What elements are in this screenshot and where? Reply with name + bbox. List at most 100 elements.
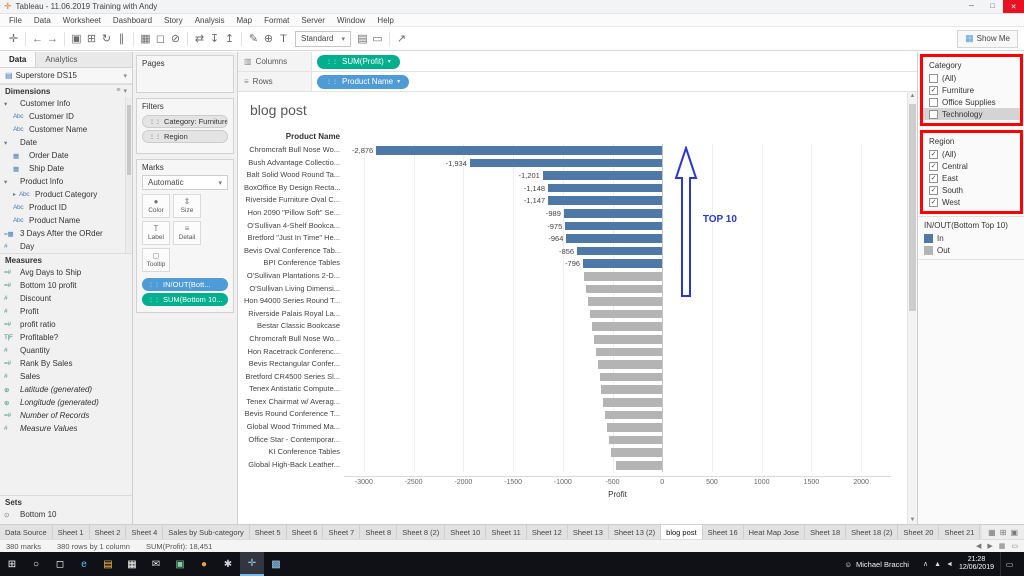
sheet-tab-sheet-1[interactable]: Sheet 1: [52, 525, 90, 539]
bar-office-star-contemporar[interactable]: [608, 435, 663, 445]
sheet-tab-blog-post[interactable]: blog post: [661, 525, 703, 539]
bar-balt-solid-wood-round-ta[interactable]: [542, 171, 663, 180]
checkbox-icon[interactable]: ✓: [929, 149, 938, 159]
scrollbar-thumb[interactable]: [909, 104, 916, 312]
share-workbook-icon[interactable]: ↗: [394, 30, 409, 48]
folder-toggle-icon[interactable]: ▾: [4, 139, 17, 147]
rows-shelf-fields[interactable]: ⋮⋮ Product Name ▾: [312, 72, 917, 91]
folder-toggle-icon[interactable]: ▾: [4, 100, 17, 108]
sort-fields-icon[interactable]: ▾: [123, 87, 127, 95]
bar-bush-advantage-collectio[interactable]: [469, 158, 663, 168]
taskbar-photos-app[interactable]: ▩: [264, 552, 288, 576]
bar-bretford-just-in-time-he[interactable]: [566, 234, 663, 243]
checkbox-icon[interactable]: ✓: [929, 185, 938, 195]
bar-ki-conference-tables[interactable]: [611, 448, 663, 457]
legend-item-in[interactable]: In: [918, 232, 1024, 244]
region-option-south[interactable]: ✓ South: [923, 184, 1020, 196]
scroll-up-icon[interactable]: ▲: [908, 93, 917, 99]
highlight-icon[interactable]: ✎: [246, 30, 261, 48]
field-customer-name[interactable]: Abc Customer Name: [0, 123, 125, 136]
presentation-back-icon[interactable]: ◀: [976, 542, 981, 550]
presentation-mode-icon[interactable]: ▭: [370, 30, 385, 48]
menu-window[interactable]: Window: [331, 16, 371, 25]
label-button[interactable]: T Label: [142, 221, 170, 245]
menu-worksheet[interactable]: Worksheet: [57, 16, 107, 25]
new-worksheet-icon[interactable]: ▦: [138, 30, 153, 48]
sort-ascending-icon[interactable]: ↧: [207, 30, 222, 48]
field-date[interactable]: ▾ Date: [0, 136, 125, 149]
columns-shelf[interactable]: ▥ Columns ⋮⋮ SUM(Profit) ▾: [238, 52, 917, 72]
sheet-tab-sheet-4[interactable]: Sheet 4: [126, 525, 164, 539]
taskbar-document-app[interactable]: ▣: [168, 552, 192, 576]
taskbar-edge-app[interactable]: e: [72, 552, 96, 576]
marks-pill-in-out-bott[interactable]: ⋮⋮ IN/OUT(Bott...: [142, 278, 228, 291]
size-button[interactable]: ⇕ Size: [173, 194, 201, 218]
menu-help[interactable]: Help: [371, 16, 399, 25]
region-option-central[interactable]: ✓ Central: [923, 160, 1020, 172]
checkbox-icon[interactable]: [929, 97, 938, 107]
sheet-tab-sheet-8-2[interactable]: Sheet 8 (2): [397, 525, 446, 539]
tableau-logo-icon[interactable]: ✛: [6, 30, 21, 48]
search-button[interactable]: ○: [24, 552, 48, 576]
bar-bretford-cr4500-series-sl[interactable]: [599, 372, 663, 382]
region-option-all[interactable]: ✓ (All): [923, 148, 1020, 160]
field-product-info[interactable]: ▾ Product Info: [0, 175, 125, 188]
close-button[interactable]: ✕: [1003, 0, 1024, 13]
chart-vertical-scrollbar[interactable]: ▲ ▼: [907, 92, 917, 524]
category-option-office-supplies[interactable]: Office Supplies: [923, 96, 1020, 108]
field-ship-date[interactable]: ▦ Ship Date: [0, 162, 125, 175]
taskbar-mail-app[interactable]: ✉: [144, 552, 168, 576]
fit-dropdown[interactable]: Standard ▾: [295, 30, 351, 47]
legend-item-out[interactable]: Out: [918, 244, 1024, 256]
bar-bevis-rectangular-confer[interactable]: [597, 360, 663, 369]
pause-updates-icon[interactable]: ∥: [114, 30, 129, 48]
new-worksheet-tab-icon[interactable]: ▦: [988, 528, 996, 537]
sheet-title[interactable]: blog post: [250, 102, 307, 118]
save-icon[interactable]: ▣: [69, 30, 84, 48]
minimize-button[interactable]: ─: [961, 0, 982, 13]
chevron-down-icon[interactable]: ▾: [123, 72, 127, 80]
row-field-header[interactable]: Product Name: [244, 132, 344, 141]
bar-global-wood-trimmed-ma[interactable]: [606, 423, 663, 432]
checkbox-icon[interactable]: ✓: [929, 161, 938, 171]
bar-tenex-chairmat-w-averag[interactable]: [603, 398, 663, 407]
sheet-tab-sheet-13[interactable]: Sheet 13: [567, 525, 609, 539]
category-option-furniture[interactable]: ✓ Furniture: [923, 84, 1020, 96]
field-bottom-10-profit[interactable]: =# Bottom 10 profit: [0, 279, 132, 292]
field-3-days-after-the-order[interactable]: =▦ 3 Days After the ORder: [0, 227, 125, 240]
filmstrip-icon[interactable]: ▭: [1011, 542, 1018, 550]
clear-sheet-icon[interactable]: ⊘: [168, 30, 183, 48]
fix-axes-icon[interactable]: ▤: [355, 30, 370, 48]
rows-shelf[interactable]: ≡ Rows ⋮⋮ Product Name ▾: [238, 72, 917, 92]
filter-pill-region[interactable]: ⋮⋮ Region: [142, 130, 228, 143]
redo-icon[interactable]: →: [45, 30, 60, 48]
maximize-button[interactable]: □: [982, 0, 1003, 13]
task-view-button[interactable]: ◻: [48, 552, 72, 576]
checkbox-icon[interactable]: ✓: [929, 197, 938, 207]
sheet-tab-sheet-20[interactable]: Sheet 20: [898, 525, 940, 539]
tray-chevron-icon[interactable]: ∧: [923, 560, 928, 568]
group-members-icon[interactable]: ⊕: [261, 30, 276, 48]
field-order-date[interactable]: ▦ Order Date: [0, 149, 125, 162]
sheet-tab-sheet-8[interactable]: Sheet 8: [360, 525, 398, 539]
field-day[interactable]: # Day: [0, 240, 125, 253]
detail-button[interactable]: ≡ Detail: [173, 221, 201, 245]
field-latitude-generated[interactable]: ⊕ Latitude (generated): [0, 383, 132, 396]
sheet-tab-sheet-16[interactable]: Sheet 16: [702, 525, 744, 539]
bar-o-sullivan-living-dimensi[interactable]: [586, 284, 663, 294]
field-customer-info[interactable]: ▾ Customer Info: [0, 97, 125, 110]
bar-bevis-oval-conference-tab[interactable]: [577, 246, 663, 256]
taskbar-store-app[interactable]: ▦: [120, 552, 144, 576]
sheet-tab-data-source[interactable]: Data Source: [0, 525, 53, 539]
checkbox-icon[interactable]: ✓: [929, 85, 938, 95]
view-options-icon[interactable]: ≡: [116, 87, 120, 95]
bar-o-sullivan-plantations-2-d[interactable]: [583, 272, 663, 281]
shelf-pill-sum-profit[interactable]: ⋮⋮ SUM(Profit) ▾: [317, 54, 400, 69]
field-customer-id[interactable]: Abc Customer ID: [0, 110, 125, 123]
refresh-icon[interactable]: ↻: [99, 30, 114, 48]
show-me-button[interactable]: ▦ Show Me: [957, 29, 1018, 48]
menu-analysis[interactable]: Analysis: [189, 16, 231, 25]
field-quantity[interactable]: # Quantity: [0, 344, 132, 357]
sheet-tab-sheet-5[interactable]: Sheet 5: [249, 525, 287, 539]
marks-pill-sum-bottom-10[interactable]: ⋮⋮ SUM(Bottom 10...: [142, 293, 228, 306]
